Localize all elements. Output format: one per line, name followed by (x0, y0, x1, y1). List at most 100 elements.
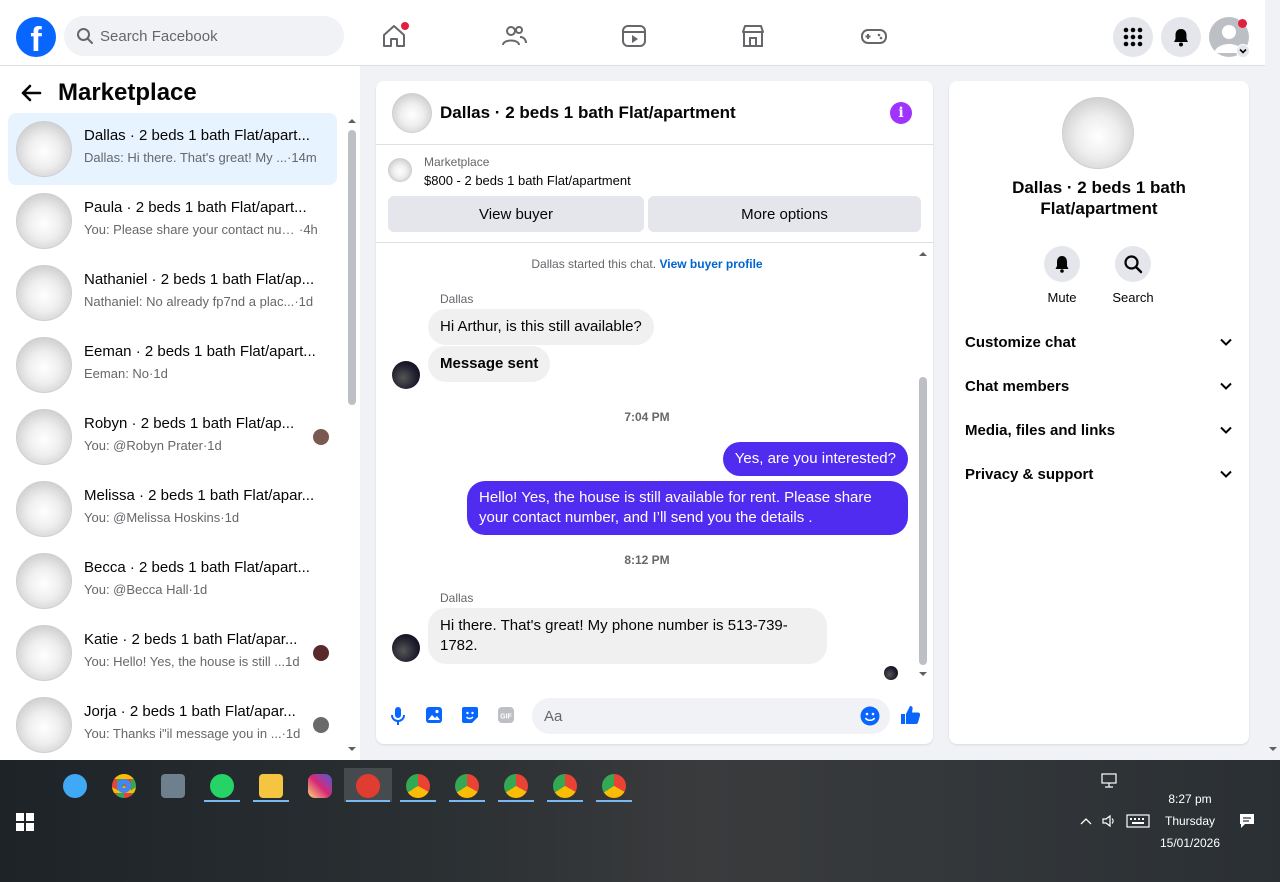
taskbar-app[interactable] (594, 768, 634, 802)
scroll-up-icon[interactable] (918, 249, 928, 259)
incoming-message[interactable]: Hi there. That's great! My phone number … (428, 608, 827, 664)
search-box[interactable] (64, 16, 344, 56)
taskbar-app[interactable] (202, 768, 242, 802)
profile-notification-dot (1238, 19, 1247, 28)
left-scrollbar[interactable] (347, 116, 357, 756)
network-icon[interactable] (1101, 773, 1119, 789)
scroll-down-icon[interactable] (918, 669, 928, 679)
listing-thumbnail[interactable] (392, 93, 432, 133)
conversation-name: Paula · 2 beds 1 bath Flat/apart... (84, 199, 307, 216)
sticker-icon[interactable] (461, 706, 479, 724)
message-input-box[interactable] (532, 698, 890, 734)
listing-thumbnail (16, 697, 72, 753)
taskbar-app-active[interactable] (344, 768, 392, 802)
preview-time: ·1d (220, 510, 240, 525)
back-arrow-icon[interactable] (20, 82, 42, 104)
taskbar-app[interactable] (398, 768, 438, 802)
taskbar-app[interactable] (104, 768, 144, 802)
photo-icon[interactable] (425, 706, 443, 724)
message-input[interactable] (544, 698, 844, 734)
view-buyer-profile-link[interactable]: View buyer profile (659, 257, 762, 271)
gif-icon[interactable]: GIF (497, 706, 515, 724)
notification-center-icon[interactable] (1238, 812, 1256, 830)
clock-date[interactable]: 15/01/2026 (1150, 836, 1230, 850)
view-buyer-button[interactable]: View buyer (388, 196, 644, 232)
preview-text: You: @Melissa Hoskins (84, 510, 221, 525)
page-scrollbar[interactable] (1265, 0, 1280, 760)
info-icon[interactable]: i (890, 102, 912, 124)
taskbar-app[interactable] (447, 768, 487, 802)
outgoing-message[interactable]: Yes, are you interested? (722, 442, 908, 476)
conversation-item[interactable]: Robyn · 2 beds 1 bath Flat/ap... You: @Ro… (8, 401, 337, 473)
mute-action[interactable]: Mute (1027, 246, 1097, 305)
menu-button[interactable] (1113, 17, 1153, 57)
windows-start-icon[interactable] (16, 813, 34, 831)
running-indicator (400, 800, 436, 802)
search-action[interactable]: Search (1098, 246, 1168, 305)
conversation-item[interactable]: Melissa · 2 beds 1 bath Flat/apar... You:… (8, 473, 337, 545)
taskbar-app[interactable] (153, 768, 193, 802)
conversation-item[interactable]: Dallas · 2 beds 1 bath Flat/apart... Dall… (8, 113, 337, 185)
conversation-item[interactable]: Becca · 2 beds 1 bath Flat/apart... You: … (8, 545, 337, 617)
listing-price[interactable]: $800 - 2 beds 1 bath Flat/apartment (424, 173, 631, 188)
listing-photo[interactable] (1062, 97, 1134, 169)
incoming-message[interactable]: Hi Arthur, is this still available? (428, 309, 654, 345)
chevron-up-icon[interactable] (1079, 815, 1093, 827)
notifications-button[interactable] (1161, 17, 1201, 57)
conversation-item[interactable]: Katie · 2 beds 1 bath Flat/apar... You: H… (8, 617, 337, 689)
chat-members-row[interactable]: Chat members (965, 369, 1233, 405)
incoming-message[interactable]: Message sent (428, 346, 551, 382)
details-title: Dallas · 2 beds 1 bath Flat/apartment (1012, 178, 1186, 218)
sender-avatar[interactable] (392, 634, 420, 662)
taskbar-app[interactable] (545, 768, 585, 802)
privacy-support-row[interactable]: Privacy & support (965, 457, 1233, 493)
search-input[interactable] (100, 16, 330, 56)
taskbar-app[interactable] (55, 768, 95, 802)
keyboard-icon[interactable] (1126, 814, 1150, 828)
clock-time[interactable]: 8:27 pm (1150, 792, 1230, 806)
outgoing-message[interactable]: Hello! Yes, the house is still available… (467, 481, 908, 535)
instagram-icon (308, 774, 332, 798)
conversation-item[interactable]: Paula · 2 beds 1 bath Flat/apart... You: … (8, 185, 337, 257)
microphone-icon[interactable] (390, 706, 406, 726)
scroll-down-icon[interactable] (347, 744, 357, 754)
scroll-thumb[interactable] (919, 377, 927, 665)
thumbs-up-icon[interactable] (899, 704, 921, 726)
snipping-tool-icon (356, 774, 380, 798)
volume-icon[interactable] (1101, 813, 1117, 829)
calculator-icon (161, 774, 185, 798)
conversation-name: Nathaniel · 2 beds 1 bath Flat/ap... (84, 271, 315, 288)
search-chat-button[interactable] (1115, 246, 1151, 282)
chat-scrollbar[interactable] (918, 249, 928, 677)
conversation-item[interactable]: Eeman · 2 beds 1 bath Flat/apart... Eeman… (8, 329, 337, 401)
scroll-thumb[interactable] (348, 130, 356, 405)
chrome-profile-icon (553, 774, 577, 798)
running-indicator (204, 800, 240, 802)
chrome-profile-icon (455, 774, 479, 798)
scroll-up-icon[interactable] (347, 116, 357, 126)
chevron-down-icon[interactable] (1236, 44, 1250, 58)
marketplace-icon[interactable] (739, 22, 767, 50)
conversation-name: Katie · 2 beds 1 bath Flat/apar... (84, 631, 298, 648)
running-indicator (346, 800, 390, 802)
sender-name: Dallas (440, 292, 474, 306)
sender-name: Dallas (440, 591, 474, 605)
taskbar-app[interactable] (251, 768, 291, 802)
more-options-button[interactable]: More options (648, 196, 921, 232)
sender-avatar[interactable] (392, 361, 420, 389)
chat-title[interactable]: Dallas · 2 beds 1 bath Flat/apartment (440, 103, 736, 123)
taskbar-app[interactable] (300, 768, 340, 802)
conversation-item[interactable]: Nathaniel · 2 beds 1 bath Flat/ap... Nath… (8, 257, 337, 329)
taskbar-app[interactable] (496, 768, 536, 802)
facebook-logo[interactable]: f (16, 17, 56, 57)
mute-button[interactable] (1044, 246, 1080, 282)
friends-icon[interactable] (500, 22, 528, 50)
video-icon[interactable] (620, 22, 648, 50)
conversation-item[interactable]: Jorja · 2 beds 1 bath Flat/apar... You: T… (8, 689, 337, 761)
media-files-links-row[interactable]: Media, files and links (965, 413, 1233, 449)
clock-day[interactable]: Thursday (1150, 814, 1230, 828)
customize-chat-row[interactable]: Customize chat (965, 325, 1233, 361)
gaming-icon[interactable] (860, 22, 888, 50)
scroll-down-icon[interactable] (1268, 744, 1278, 754)
emoji-icon[interactable] (860, 706, 880, 726)
